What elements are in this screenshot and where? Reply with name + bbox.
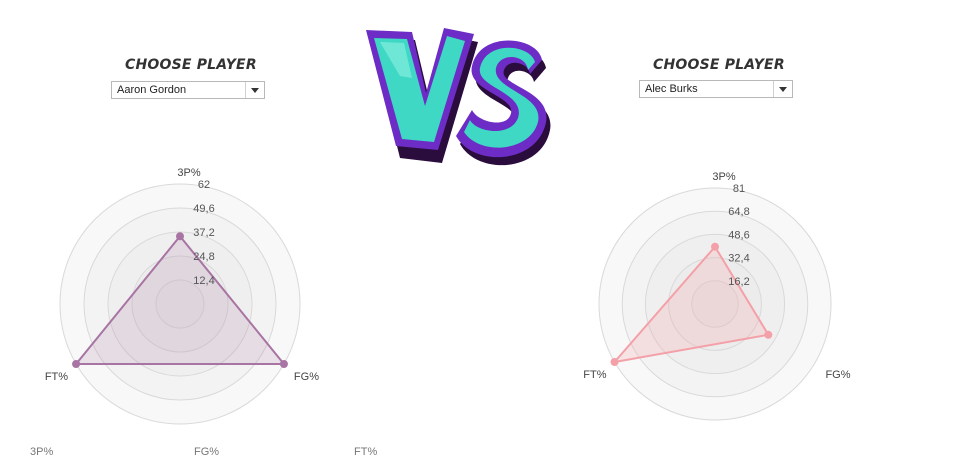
right-radar-tick-label: 32,4 bbox=[728, 253, 749, 265]
left-player-panel: CHOOSE PLAYER Aaron Gordon 62 49,6 37,2 24,… bbox=[0, 0, 360, 454]
left-radar-axis-label: FG% bbox=[294, 371, 319, 383]
left-radar-data-point-FT% bbox=[72, 360, 81, 368]
left-radar-tick-label: 62 bbox=[198, 179, 210, 191]
left-radar-data-point-FG% bbox=[279, 360, 288, 368]
left-radar-tick-label: 49,6 bbox=[193, 203, 214, 215]
right-radar-data-point-FT% bbox=[610, 358, 619, 366]
left-radar-tick-label: 24,8 bbox=[193, 251, 214, 263]
right-radar-tick-label: 64,8 bbox=[728, 206, 749, 218]
left-radar-tick-label: 12,4 bbox=[193, 275, 214, 287]
right-radar-data-point-FG% bbox=[764, 330, 773, 339]
right-radar-axis-label: FG% bbox=[825, 369, 850, 381]
cutoff-label-3: FT% bbox=[354, 446, 378, 458]
left-radar-chart: 62 49,6 37,2 24,8 12,4 3P% FG% FT% bbox=[45, 167, 319, 425]
right-radar-tick-label: 16,2 bbox=[728, 276, 749, 288]
left-radar-axis-label: 3P% bbox=[177, 167, 200, 179]
vs-logo bbox=[366, 28, 551, 166]
right-radar-axis-label: 3P% bbox=[712, 171, 735, 183]
right-radar-axis-label: FT% bbox=[583, 369, 606, 381]
right-radar-tick-label: 81 bbox=[733, 183, 745, 195]
right-radar-tick-label: 48,6 bbox=[728, 229, 749, 241]
left-radar-tick-label: 37,2 bbox=[193, 227, 214, 239]
right-player-panel: CHOOSE PLAYER Alec Burks 81 64,8 48,6 32,4 1… bbox=[560, 0, 978, 454]
cutoff-label-2: FG% bbox=[194, 446, 220, 458]
cutoff-label-1: 3P% bbox=[30, 446, 54, 458]
right-radar-data-point-3P% bbox=[711, 242, 719, 251]
left-radar-axis-label: FT% bbox=[45, 371, 68, 383]
right-radar-chart: 81 64,8 48,6 32,4 16,2 3P% FG% FT% bbox=[583, 171, 851, 421]
left-radar-data-point-3P% bbox=[176, 232, 184, 241]
